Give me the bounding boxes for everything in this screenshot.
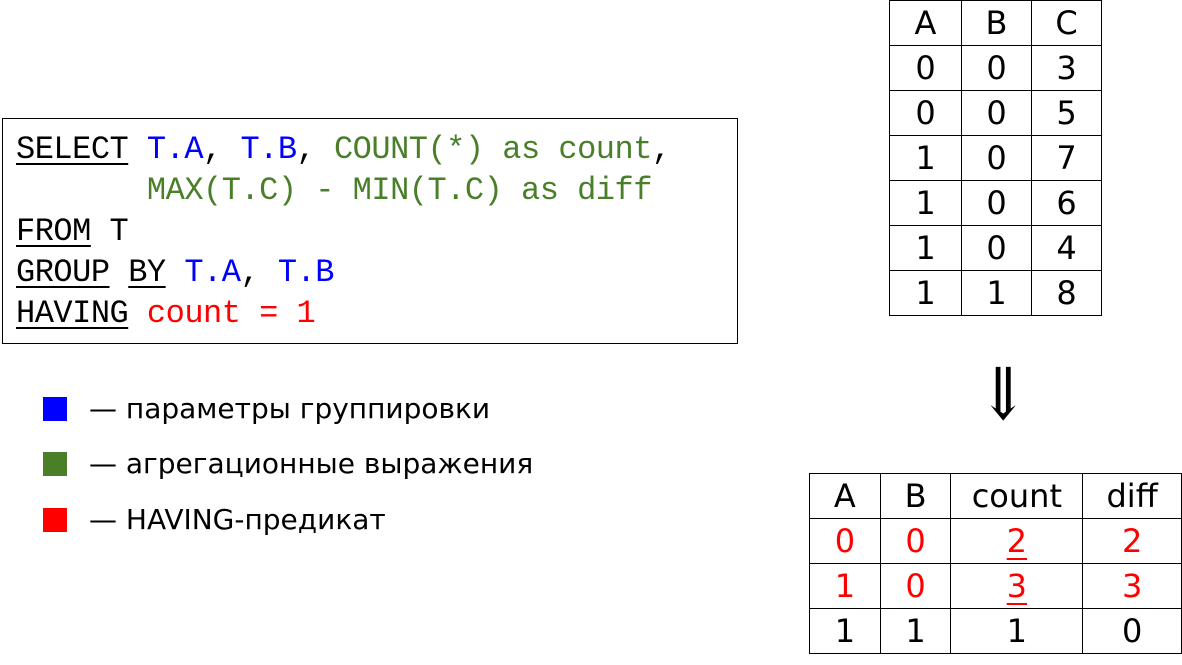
table-row: 003 <box>889 45 1102 91</box>
sql-query: SELECT T.A, T.B, COUNT(*) as count, MAX(… <box>16 129 671 334</box>
having-predicate: count = 1 <box>146 295 316 332</box>
cell: 0 <box>961 45 1032 91</box>
sep: , <box>651 131 671 168</box>
legend-label: — агрегационные выражения <box>89 447 534 480</box>
cell: 0 <box>889 90 962 136</box>
cell: 1 <box>809 608 881 654</box>
cell: 2 <box>1082 518 1182 564</box>
keyword-group: GROUP <box>16 254 110 291</box>
cell: 7 <box>1031 135 1102 181</box>
cell: 1 <box>809 563 881 609</box>
aggregate-expr: MAX(T.C) - MIN(T.C) as diff <box>146 172 652 209</box>
count-value: 2 <box>1006 522 1028 560</box>
cell: 0 <box>809 518 881 564</box>
legend-item-aggregate: — агрегационные выражения <box>43 447 533 480</box>
cell: 3 <box>950 563 1084 609</box>
group-param: T.B <box>240 131 297 168</box>
count-value: 3 <box>1006 567 1028 605</box>
cell: 0 <box>1082 608 1182 654</box>
table-row-filtered: 00 2 2 <box>809 518 1182 564</box>
cell: 8 <box>1031 270 1102 316</box>
cell: 1 <box>961 270 1032 316</box>
table-row: 118 <box>889 270 1102 316</box>
header-cell: diff <box>1082 473 1182 519</box>
legend-label: — параметры группировки <box>89 392 491 425</box>
keyword-having: HAVING <box>16 295 129 332</box>
table-row: 104 <box>889 225 1102 271</box>
cell: 0 <box>961 225 1032 271</box>
keyword-from: FROM <box>16 213 91 250</box>
cell: 1 <box>889 135 962 181</box>
blue-square-icon <box>43 396 67 421</box>
cell: 1 <box>889 225 962 271</box>
table-name: T <box>90 213 129 250</box>
result-table: A Bcount diff 0022 1033 1110 <box>809 473 1182 654</box>
cell: 0 <box>961 135 1032 181</box>
group-param: T.B <box>277 254 335 291</box>
header-cell: A <box>889 0 962 46</box>
cell: 1 <box>889 180 962 226</box>
cell: 2 <box>950 518 1084 564</box>
sep: , <box>203 131 241 168</box>
cell: 6 <box>1031 180 1102 226</box>
legend-label: — HAVING-предикат <box>89 503 386 536</box>
aggregate-expr: COUNT(*) as count <box>333 131 652 168</box>
table-row: 005 <box>889 90 1102 136</box>
cell: 1 <box>879 608 952 654</box>
header-cell: C <box>1031 0 1102 46</box>
cell: 0 <box>961 90 1032 136</box>
group-param: T.A <box>146 131 204 168</box>
table-row: 1110 <box>809 608 1182 654</box>
double-down-arrow-icon: ⇓ <box>978 353 1029 437</box>
header-cell: B <box>961 0 1032 46</box>
cell: 0 <box>961 180 1032 226</box>
group-param: T.A <box>184 254 241 291</box>
cell: 0 <box>879 518 952 564</box>
table-row: 106 <box>889 180 1102 226</box>
header-cell: A <box>809 473 881 519</box>
cell: 3 <box>1082 563 1182 609</box>
cell: 4 <box>1031 225 1102 271</box>
table-header-row: ABC <box>889 0 1102 46</box>
sep: , <box>240 254 278 291</box>
cell: 3 <box>1031 45 1102 91</box>
cell: 1 <box>889 270 962 316</box>
legend-item-group: — параметры группировки <box>43 392 490 425</box>
header-cell: B <box>879 473 952 519</box>
sql-code-box: SELECT T.A, T.B, COUNT(*) as count, MAX(… <box>2 118 738 344</box>
cell: 0 <box>889 45 962 91</box>
green-square-icon <box>43 451 67 476</box>
cell: 5 <box>1031 90 1102 136</box>
legend-item-having: — HAVING-предикат <box>43 503 386 536</box>
keyword-by: BY <box>128 254 166 291</box>
cell: 1 <box>950 608 1084 654</box>
table-row: 107 <box>889 135 1102 181</box>
red-square-icon <box>43 507 67 532</box>
table-header-row: A Bcount diff <box>809 473 1182 519</box>
table-row-filtered: 10 3 3 <box>809 563 1182 609</box>
source-table: ABC 003 005 107 106 104 118 <box>889 0 1102 316</box>
header-cell: count <box>950 473 1084 519</box>
cell: 0 <box>879 563 952 609</box>
sep: , <box>296 131 334 168</box>
keyword-select: SELECT <box>16 131 129 168</box>
